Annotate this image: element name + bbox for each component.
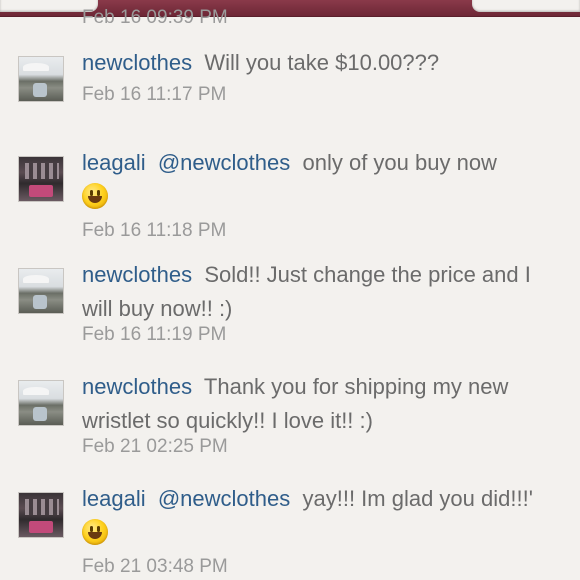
user-avatar[interactable] xyxy=(18,156,64,202)
comment-timestamp: Feb 16 11:17 PM xyxy=(82,84,227,105)
comment-timestamp: Feb 16 11:18 PM xyxy=(82,220,227,241)
comment-message: newclothes Sold!! Just change the price … xyxy=(82,258,552,326)
mention-link[interactable]: @newclothes xyxy=(158,150,290,175)
user-avatar[interactable] xyxy=(18,492,64,538)
comment-message: leagali @newclothes yay!!! Im glad you d… xyxy=(82,482,552,550)
comment-message: newclothes Thank you for shipping my new… xyxy=(82,370,552,438)
username-link[interactable]: newclothes xyxy=(82,374,192,399)
comment-timestamp: Feb 21 03:48 PM xyxy=(82,556,228,577)
grinning-face-emoji-icon xyxy=(82,183,108,209)
user-avatar[interactable] xyxy=(18,268,64,314)
comment-message: newclothes Will you take $10.00??? xyxy=(82,46,552,80)
comment-timestamp: Feb 21 02:25 PM xyxy=(82,436,228,457)
comment-text: yay!!! Im glad you did!!!' xyxy=(302,486,533,511)
mention-link[interactable]: @newclothes xyxy=(158,486,290,511)
partial-timestamp: Feb 16 09:39 PM xyxy=(82,7,228,28)
username-link[interactable]: newclothes xyxy=(82,262,192,287)
top-right-tab[interactable] xyxy=(472,0,580,12)
user-avatar[interactable] xyxy=(18,56,64,102)
comment-timestamp: Feb 16 11:19 PM xyxy=(82,324,227,345)
username-link[interactable]: newclothes xyxy=(82,50,192,75)
smiling-face-emoji-icon xyxy=(82,519,108,545)
username-link[interactable]: leagali xyxy=(82,486,146,511)
comment-text: Will you take $10.00??? xyxy=(204,50,440,75)
comment-text: only of you buy now xyxy=(302,150,497,175)
username-link[interactable]: leagali xyxy=(82,150,146,175)
comment-message: leagali @newclothes only of you buy now xyxy=(82,146,552,214)
user-avatar[interactable] xyxy=(18,380,64,426)
